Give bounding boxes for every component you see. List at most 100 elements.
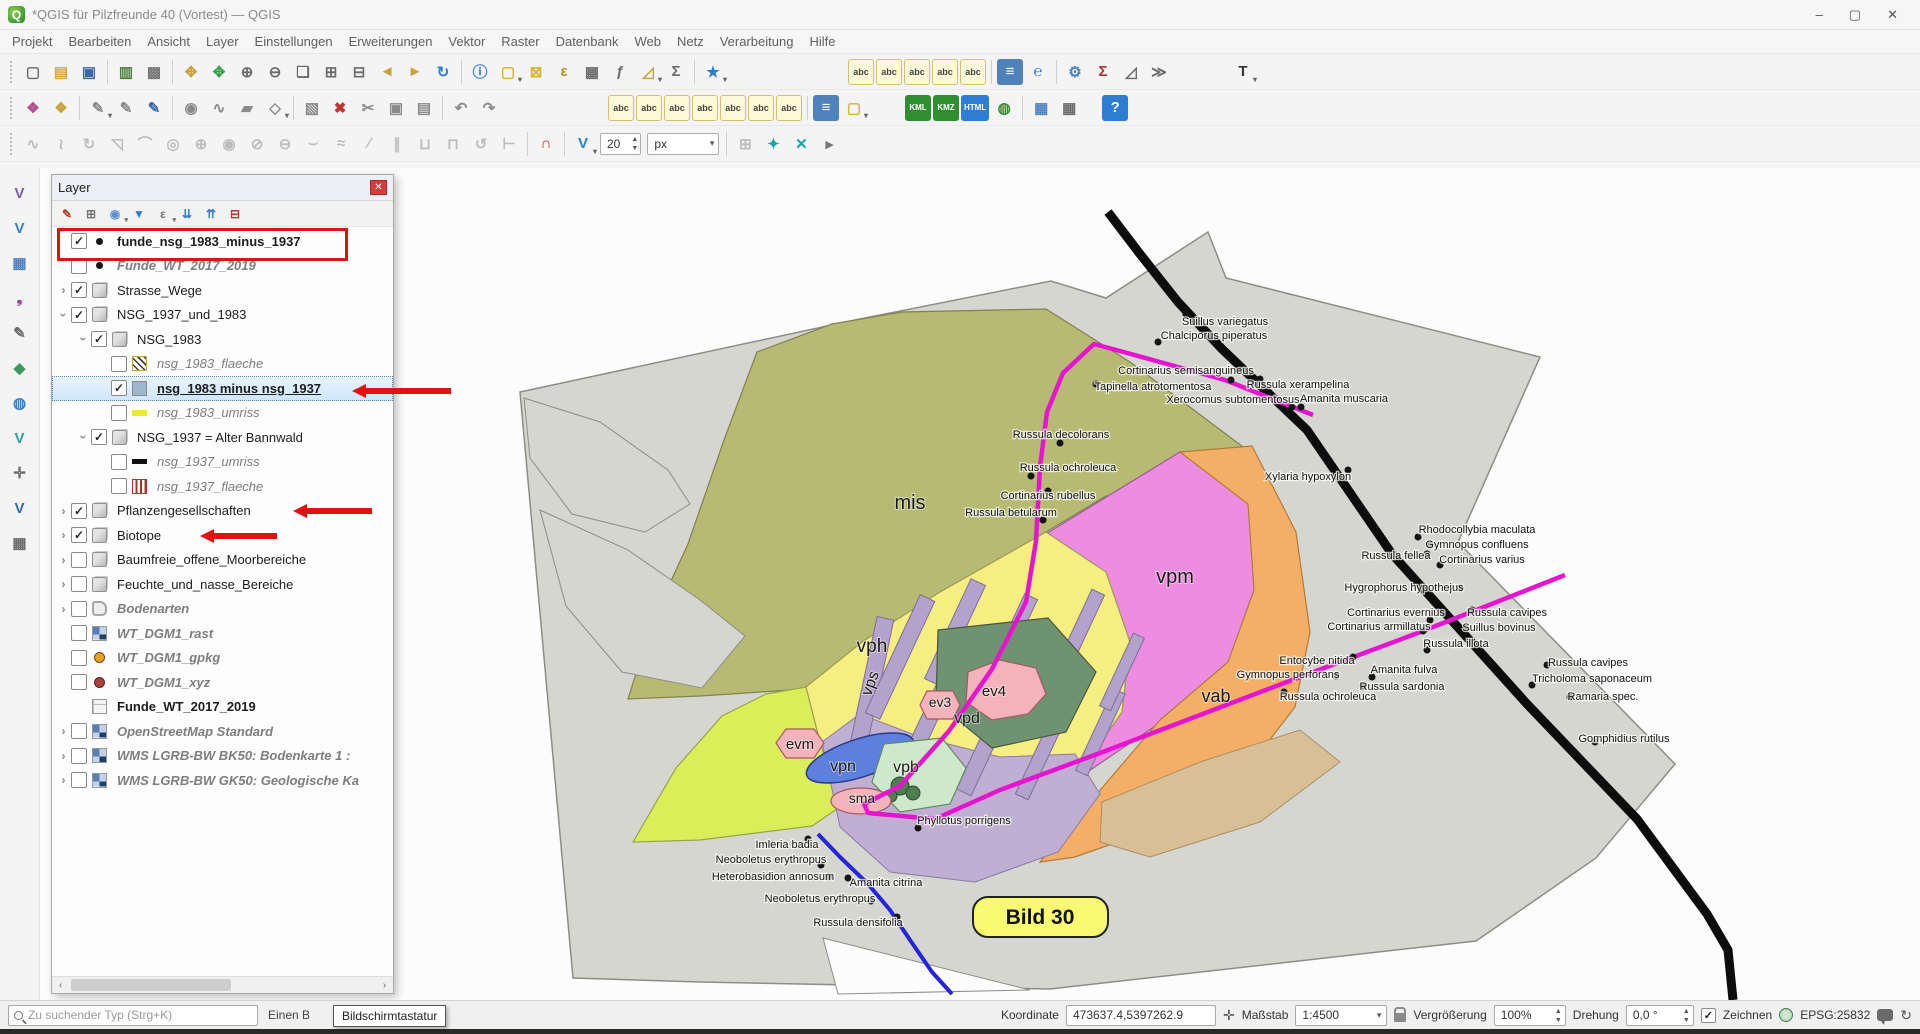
select-features-icon[interactable]: ▢ <box>495 59 521 85</box>
layer-row[interactable]: ›OpenStreetMap Standard <box>52 719 393 744</box>
identify-features-icon[interactable]: ⓘ <box>467 59 493 85</box>
processing-toolbox-icon[interactable]: ⚙ <box>1062 59 1088 85</box>
enable-tracing-icon[interactable]: ✦ <box>760 131 786 157</box>
highlight-pinned-labels-icon[interactable]: abc <box>932 59 958 85</box>
layer-checkbox[interactable] <box>111 405 127 421</box>
snapping-tolerance-spinner[interactable]: 20▲▼ <box>600 133 641 155</box>
expander-closed-icon[interactable]: › <box>56 283 71 297</box>
layer-row[interactable]: ›WMS LGRB-BW BK50: Bodenkarte 1 : <box>52 744 393 769</box>
layer-checkbox[interactable] <box>111 356 127 372</box>
measure-line-icon[interactable]: ◿ <box>635 59 661 85</box>
export-html-button[interactable]: HTML <box>961 95 989 121</box>
topological-editing-icon[interactable]: ⊞ <box>732 131 758 157</box>
layer-row[interactable]: ›✓NSG_1937 = Alter Bannwald <box>52 425 393 450</box>
advanced-options-arrow-icon[interactable]: ▸ <box>816 131 842 157</box>
layer-row[interactable]: ›✓NSG_1983 <box>52 327 393 352</box>
move-label-diagram-icon[interactable]: abc <box>692 95 718 121</box>
layer-checkbox[interactable]: ✓ <box>91 429 107 445</box>
expander-closed-icon[interactable]: › <box>56 553 71 567</box>
delete-ring-icon[interactable]: ⊘ <box>244 131 270 157</box>
save-project-icon[interactable]: ▣ <box>76 59 102 85</box>
show-layout-manager-icon[interactable]: ▩ <box>141 59 167 85</box>
undo-icon[interactable]: ↶ <box>448 95 474 121</box>
menu-vektor[interactable]: Vektor <box>440 32 493 51</box>
layer-styling-panel-icon[interactable]: ❖ <box>48 95 74 121</box>
menu-erweiterungen[interactable]: Erweiterungen <box>341 32 441 51</box>
layer-checkbox[interactable]: ✓ <box>71 307 87 323</box>
layer-checkbox[interactable] <box>71 650 87 666</box>
deselect-features-icon[interactable]: ⊠ <box>523 59 549 85</box>
fill-ring-icon[interactable]: ◉ <box>216 131 242 157</box>
layer-checkbox[interactable] <box>71 674 87 690</box>
select-by-expression-icon[interactable]: ε <box>551 59 577 85</box>
layer-checkbox[interactable]: ✓ <box>71 503 87 519</box>
expander-closed-icon[interactable]: › <box>56 504 71 518</box>
epsg-code[interactable]: EPSG:25832 <box>1800 1008 1870 1022</box>
layer-checkbox[interactable] <box>71 748 87 764</box>
menu-web[interactable]: Web <box>626 32 669 51</box>
db-manager-icon[interactable]: ≡ <box>997 59 1023 85</box>
current-edits-icon[interactable]: ✎ <box>85 95 111 121</box>
layer-row[interactable]: nsg_1983_flaeche <box>52 352 393 377</box>
expander-closed-icon[interactable]: › <box>56 773 71 787</box>
layer-row[interactable]: ›WMS LGRB-BW GK50: Geologische Ka <box>52 768 393 793</box>
split-parts-icon[interactable]: ∥ <box>384 131 410 157</box>
scale-feature-icon[interactable]: ◹ <box>104 131 130 157</box>
georeferencer-icon[interactable]: ✛ <box>7 460 33 486</box>
redo-icon[interactable]: ↷ <box>476 95 502 121</box>
globe-export-icon[interactable]: ◍ <box>991 95 1017 121</box>
layer-checkbox[interactable] <box>111 478 127 494</box>
new-spatial-bookmark-icon[interactable]: ★ <box>700 59 726 85</box>
paste-features-icon[interactable]: ▤ <box>411 95 437 121</box>
layer-row[interactable]: nsg_1983_umriss <box>52 401 393 426</box>
move-label-icon[interactable]: abc <box>960 59 986 85</box>
layer-checkbox[interactable]: ✓ <box>111 380 127 396</box>
rotate-label-icon[interactable]: abc <box>720 95 746 121</box>
layer-row[interactable]: WT_DGM1_rast <box>52 621 393 646</box>
minimize-button[interactable]: – <box>1816 7 1823 23</box>
add-polygon-feature-icon[interactable]: ▰ <box>234 95 260 121</box>
simplify-feature-icon[interactable]: ⌒ <box>132 131 158 157</box>
split-features-icon[interactable]: ∕ <box>356 131 382 157</box>
menu-ansicht[interactable]: Ansicht <box>139 32 198 51</box>
delete-selected-icon[interactable]: ✖ <box>327 95 353 121</box>
scrollbar-thumb[interactable] <box>71 979 231 991</box>
layer-row[interactable]: ›Baumfreie_offene_Moorbereiche <box>52 548 393 573</box>
locator-search-input[interactable]: Zu suchender Typ (Strg+K) <box>8 1005 258 1026</box>
coordinate-capture-icon[interactable]: V <box>7 495 33 521</box>
help-icon[interactable]: ? <box>1102 95 1128 121</box>
open-layer-styling-panel-icon[interactable]: ✎ <box>56 204 78 224</box>
layer-row[interactable]: WT_DGM1_xyz <box>52 670 393 695</box>
layer-panel-scrollbar[interactable]: ‹ › <box>52 976 393 993</box>
scroll-left-icon[interactable]: ‹ <box>52 977 69 993</box>
layer-checkbox[interactable] <box>71 601 87 617</box>
snapping-options-icon[interactable]: ∩ <box>533 131 559 157</box>
toolbar-handle[interactable] <box>10 133 15 155</box>
text-annotation-icon[interactable]: T <box>1230 59 1256 85</box>
add-part-icon[interactable]: ⊕ <box>188 131 214 157</box>
menu-bearbeiten[interactable]: Bearbeiten <box>60 32 139 51</box>
open-project-icon[interactable]: ▤ <box>48 59 74 85</box>
tolerance-units-combo[interactable]: px <box>647 133 719 155</box>
stream-digitizing-icon[interactable]: ≀ <box>48 131 74 157</box>
vertex-tool-icon[interactable]: ◇ <box>262 95 288 121</box>
add-group-icon[interactable]: ⊞ <box>80 204 102 224</box>
rotate-point-symbols-icon[interactable]: ↺ <box>468 131 494 157</box>
measure-angle-icon[interactable]: ◿ <box>1118 59 1144 85</box>
manage-map-themes-icon[interactable]: ◉ <box>104 204 126 224</box>
new-virtual-layer-icon[interactable]: ≡ <box>813 95 839 121</box>
show-labels-icon[interactable]: abc <box>608 95 634 121</box>
offset-curve-icon[interactable]: ≈ <box>328 131 354 157</box>
layer-row[interactable]: Funde_WT_2017_2019 <box>52 695 393 720</box>
drehung-spinner[interactable]: 0,0 °▲▼ <box>1626 1005 1694 1026</box>
toggle-editing-icon[interactable]: ✎ <box>113 95 139 121</box>
merge-features-icon[interactable]: ⊔ <box>412 131 438 157</box>
zoom-to-selection-icon[interactable]: ⊞ <box>318 59 344 85</box>
scroll-right-icon[interactable]: › <box>376 977 393 993</box>
pan-map-icon[interactable]: ✥ <box>178 59 204 85</box>
layer-checkbox[interactable]: ✓ <box>71 527 87 543</box>
filter-by-expression-icon[interactable]: ε <box>152 204 174 224</box>
expander-closed-icon[interactable]: › <box>56 528 71 542</box>
crs-globe-icon[interactable] <box>1779 1008 1793 1022</box>
layer-checkbox[interactable] <box>71 723 87 739</box>
